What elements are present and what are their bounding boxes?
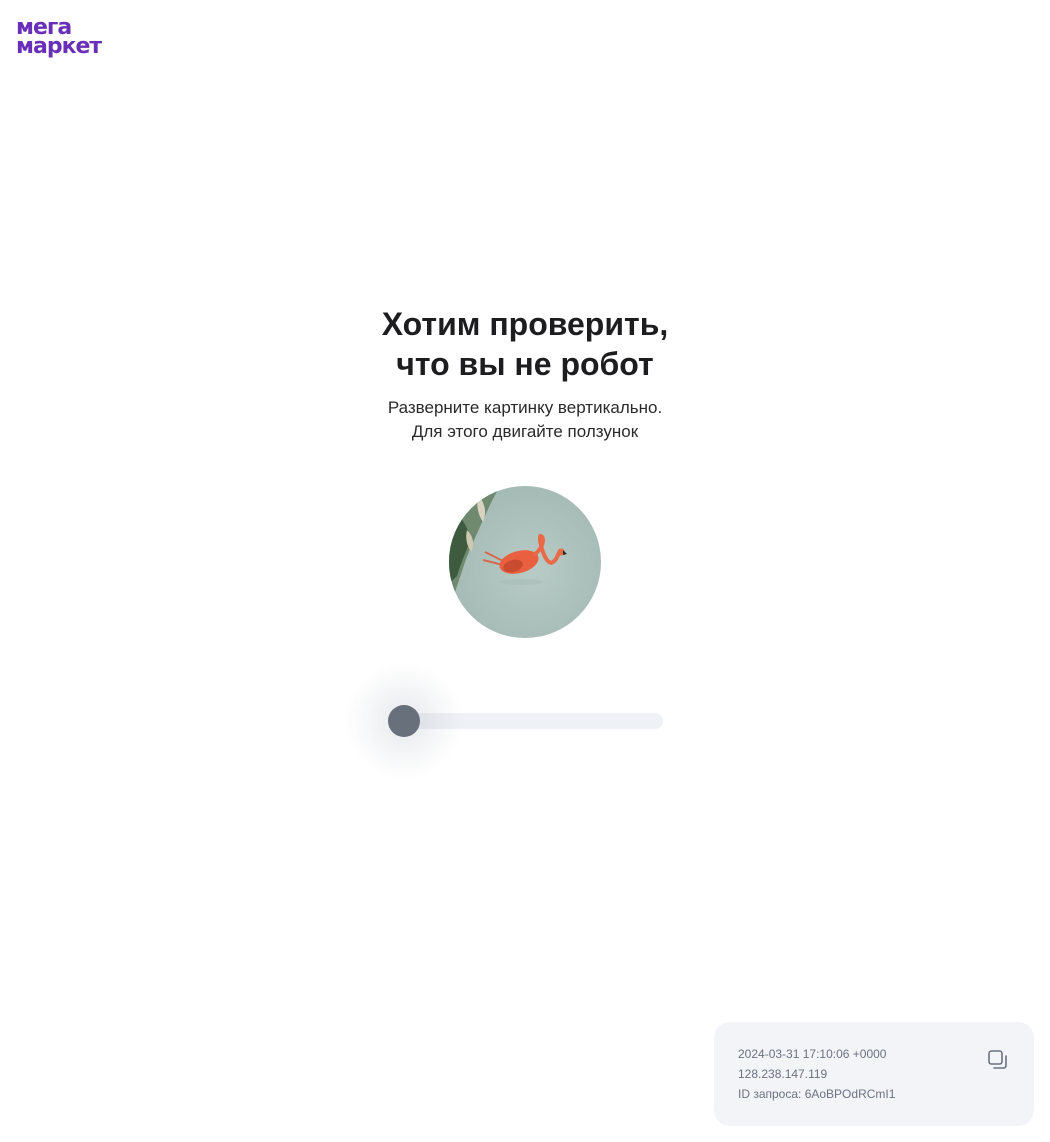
captcha-image [449, 486, 601, 638]
slider-thumb[interactable] [388, 705, 420, 737]
title-line-2: что вы не робот [396, 346, 654, 382]
instructions: Разверните картинку вертикально. Для это… [0, 396, 1050, 444]
request-info-card: 2024-03-31 17:10:06 +0000 128.238.147.11… [714, 1022, 1034, 1126]
title-line-1: Хотим проверить, [381, 306, 669, 342]
page-title: Хотим проверить, что вы не робот [0, 304, 1050, 384]
copy-icon[interactable] [986, 1048, 1010, 1072]
request-id: ID запроса: 6AoBPOdRCmI1 [738, 1087, 896, 1101]
request-timestamp: 2024-03-31 17:10:06 +0000 [738, 1047, 887, 1061]
instructions-line-1: Разверните картинку вертикально. [387, 398, 663, 417]
request-ip: 128.238.147.119 [738, 1067, 828, 1081]
instructions-line-2: Для этого двигайте ползунок [411, 422, 639, 441]
flamingo-image [449, 486, 601, 638]
megamarket-logo[interactable]: мега маркет [16, 17, 102, 59]
logo-line-2: маркет [16, 34, 102, 59]
